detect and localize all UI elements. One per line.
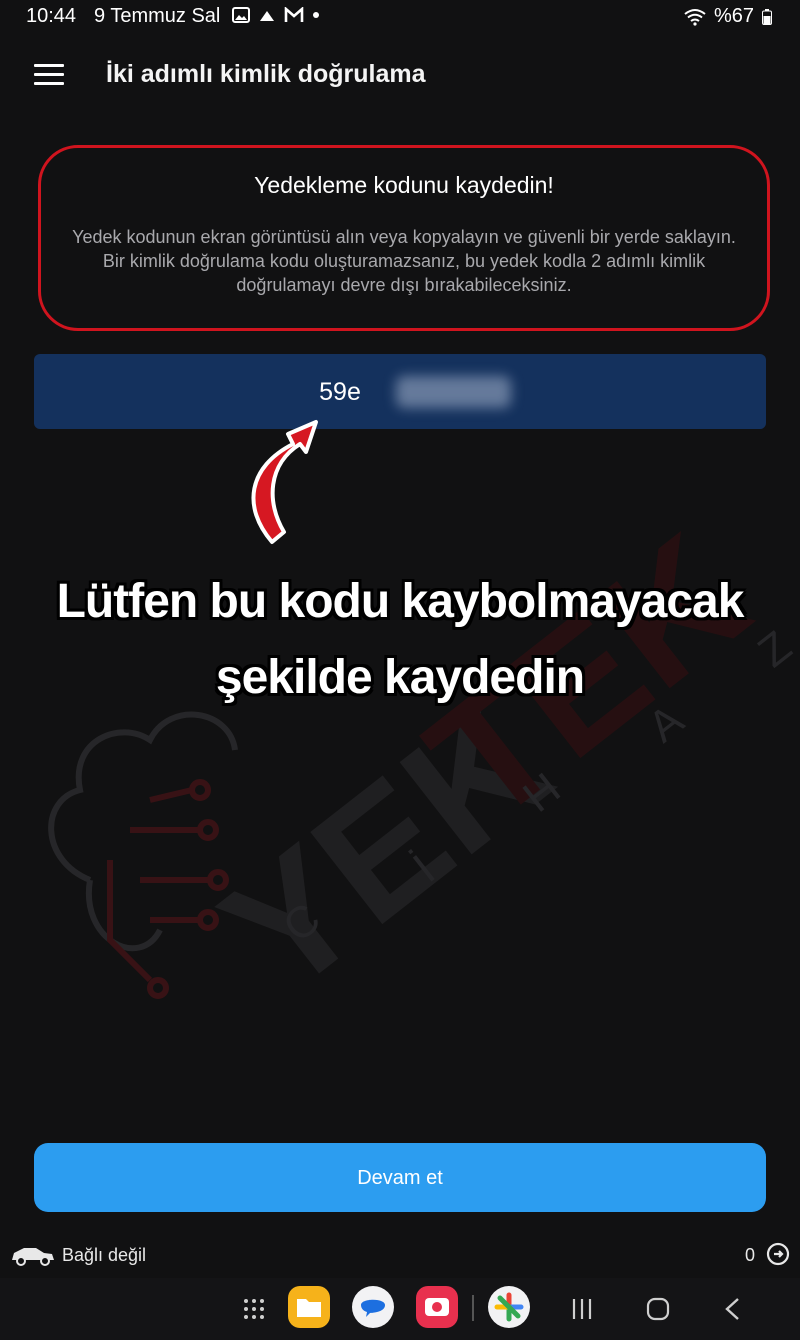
image-icon <box>232 7 250 23</box>
info-title: Yedekleme kodunu kaydedin! <box>254 172 554 198</box>
watermark-circuit-icon <box>107 779 229 999</box>
battery-percent: %67 <box>713 5 754 27</box>
continue-button[interactable]: Devam et <box>34 1143 766 1212</box>
watermark-letter-2: İ <box>404 846 444 892</box>
back-icon[interactable] <box>724 1297 740 1321</box>
hamburger-menu-icon[interactable] <box>34 64 64 88</box>
credit-icon[interactable] <box>766 1242 790 1266</box>
watermark-letter-1: C <box>274 894 329 952</box>
watermark-text-left: YEK <box>190 665 582 1030</box>
photos-app-icon[interactable] <box>488 1286 530 1328</box>
camera-app-icon[interactable] <box>416 1286 458 1328</box>
messages-app-icon[interactable] <box>352 1286 394 1328</box>
watermark-brain-icon <box>48 711 238 952</box>
status-notification-icons <box>232 7 320 23</box>
system-navigation-bar <box>0 1278 800 1340</box>
dot-icon <box>313 12 319 18</box>
backup-info-box: Yedekleme kodunu kaydedin! Yedek kodunun… <box>38 145 770 331</box>
wifi-icon <box>684 8 706 26</box>
cloud-icon <box>260 11 274 21</box>
backup-code-blur <box>396 376 511 408</box>
page-title: İki adımlı kimlik doğrulama <box>106 60 426 88</box>
apps-grid-icon[interactable] <box>242 1297 266 1321</box>
navbar-divider <box>472 1295 474 1321</box>
pointer-arrow-icon <box>251 420 318 544</box>
status-time: 10:44 <box>26 5 77 27</box>
status-right: %67 <box>684 5 772 28</box>
gmail-icon <box>284 7 304 22</box>
recents-icon[interactable] <box>570 1298 594 1320</box>
continue-button-label: Devam et <box>357 1167 443 1189</box>
status-date: 9 Temmuz Sal <box>94 5 221 27</box>
backup-code-box[interactable]: 59e <box>34 354 766 429</box>
info-text: Yedek kodunun ekran görüntüsü alın veya … <box>72 227 736 295</box>
battery-icon <box>762 8 772 25</box>
watermark-letter-3: H <box>514 764 569 822</box>
car-icon <box>12 1248 54 1266</box>
overlay-caption-line-1: Lütfen bu kodu kaybolmayacak <box>56 575 745 628</box>
status-bar: 10:44 9 Temmuz Sal %67 <box>0 0 800 34</box>
credit-count: 0 <box>745 1245 756 1265</box>
home-icon[interactable] <box>646 1297 670 1321</box>
connection-status-label: Bağlı değil <box>62 1245 147 1265</box>
files-app-icon[interactable] <box>288 1286 330 1328</box>
overlay-caption-line-2: şekilde kaydedin <box>215 651 585 704</box>
backup-code-prefix: 59e <box>319 378 361 406</box>
